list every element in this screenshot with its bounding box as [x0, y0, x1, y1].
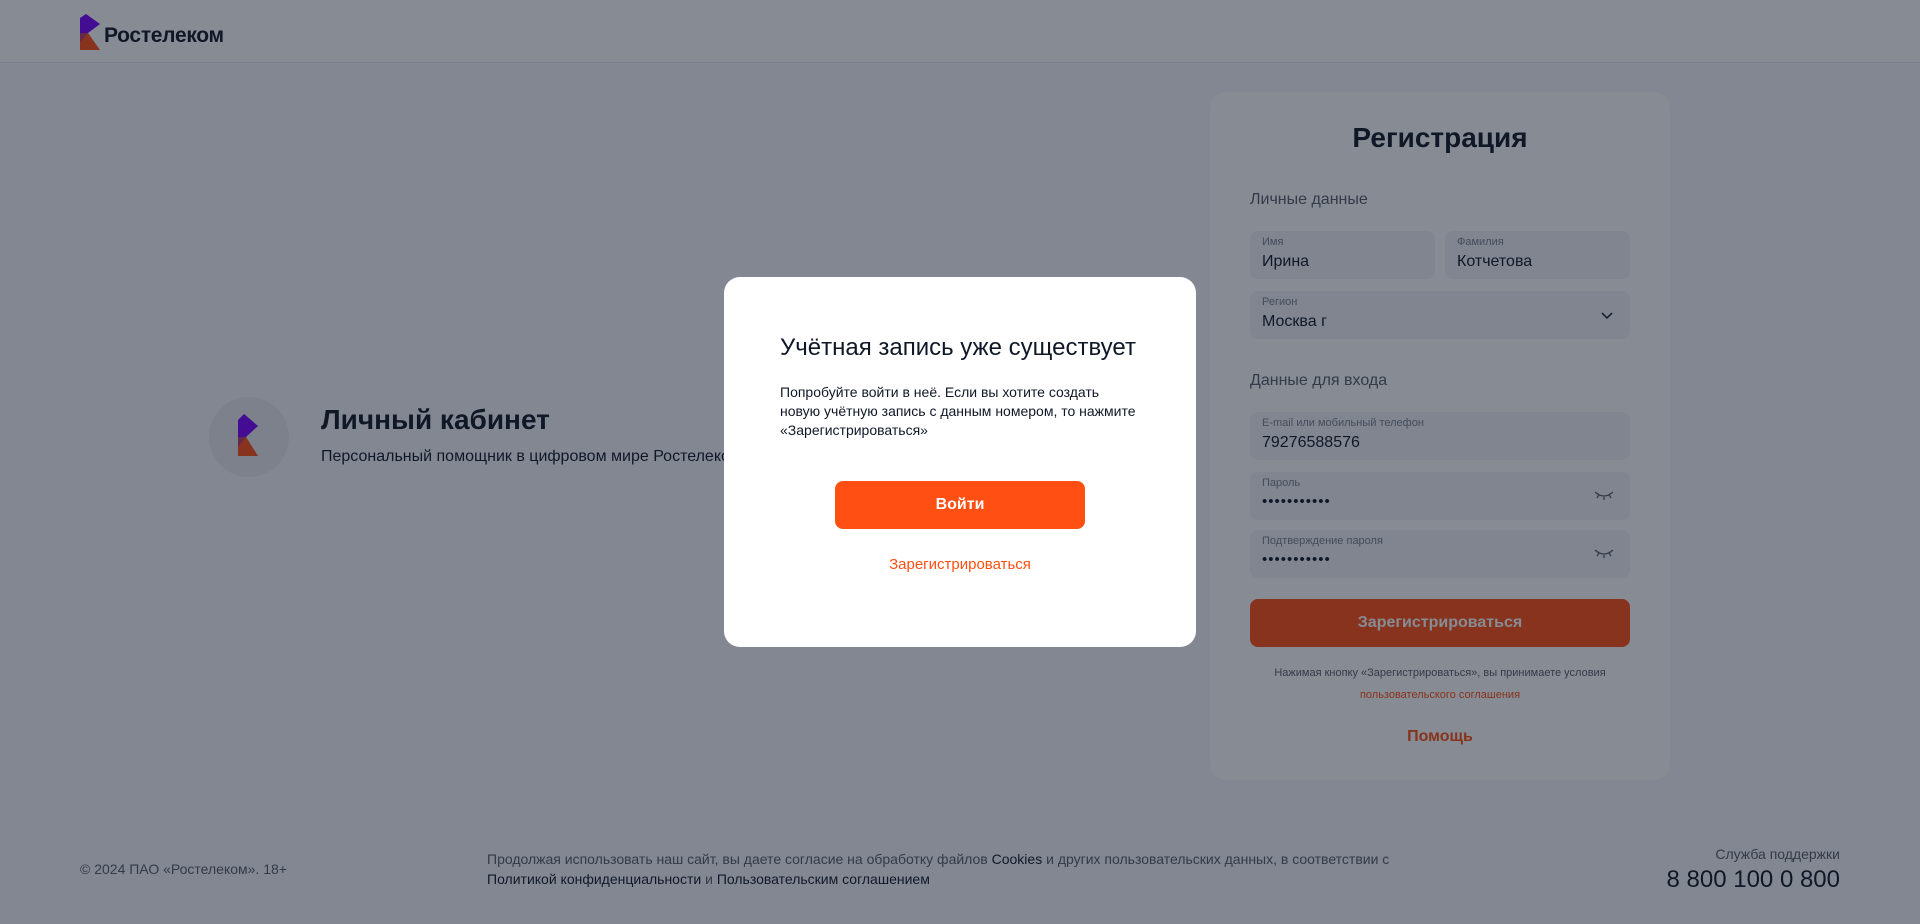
- dialog-message: Попробуйте войти в неё. Если вы хотите с…: [780, 384, 1136, 438]
- dialog-title: Учётная запись уже существует: [780, 334, 1136, 361]
- account-exists-dialog: Учётная запись уже существует Попробуйте…: [724, 277, 1196, 647]
- dialog-register-link[interactable]: Зарегистрироваться: [724, 556, 1196, 573]
- login-button[interactable]: Войти: [835, 481, 1085, 529]
